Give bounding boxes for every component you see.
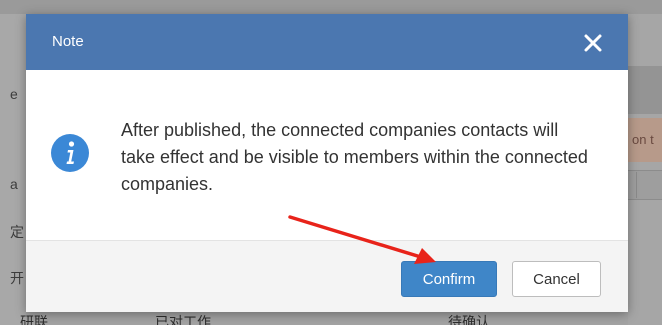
close-button[interactable] <box>582 32 604 54</box>
dialog-title: Note <box>52 33 84 50</box>
background-top-band <box>0 0 662 14</box>
dialog-body: After published, the connected companies… <box>26 70 628 240</box>
close-icon <box>584 34 602 52</box>
background-cell-divider <box>636 172 637 198</box>
cancel-button[interactable]: Cancel <box>512 261 601 297</box>
confirm-button[interactable]: Confirm <box>401 261 497 297</box>
background-bottom-text: 待确认 <box>448 314 490 325</box>
background-left-text: 定 <box>10 224 24 240</box>
background-bottom-text: 研联 <box>20 314 48 325</box>
dialog-footer: Confirm Cancel <box>26 240 628 312</box>
dialog-header: Note <box>26 14 628 70</box>
background-table-row <box>628 170 662 200</box>
note-dialog: Note After published, the connected comp… <box>26 14 628 312</box>
info-icon <box>51 134 89 172</box>
background-warning-text: on t <box>632 132 654 147</box>
background-bottom-text: 已对工作 <box>155 314 211 325</box>
background-left-text: 开 <box>10 270 24 286</box>
background-header-row <box>628 66 662 114</box>
background-left-text: a <box>10 176 18 192</box>
dialog-message: After published, the connected companies… <box>121 120 588 194</box>
background-left-text: e <box>10 86 18 102</box>
